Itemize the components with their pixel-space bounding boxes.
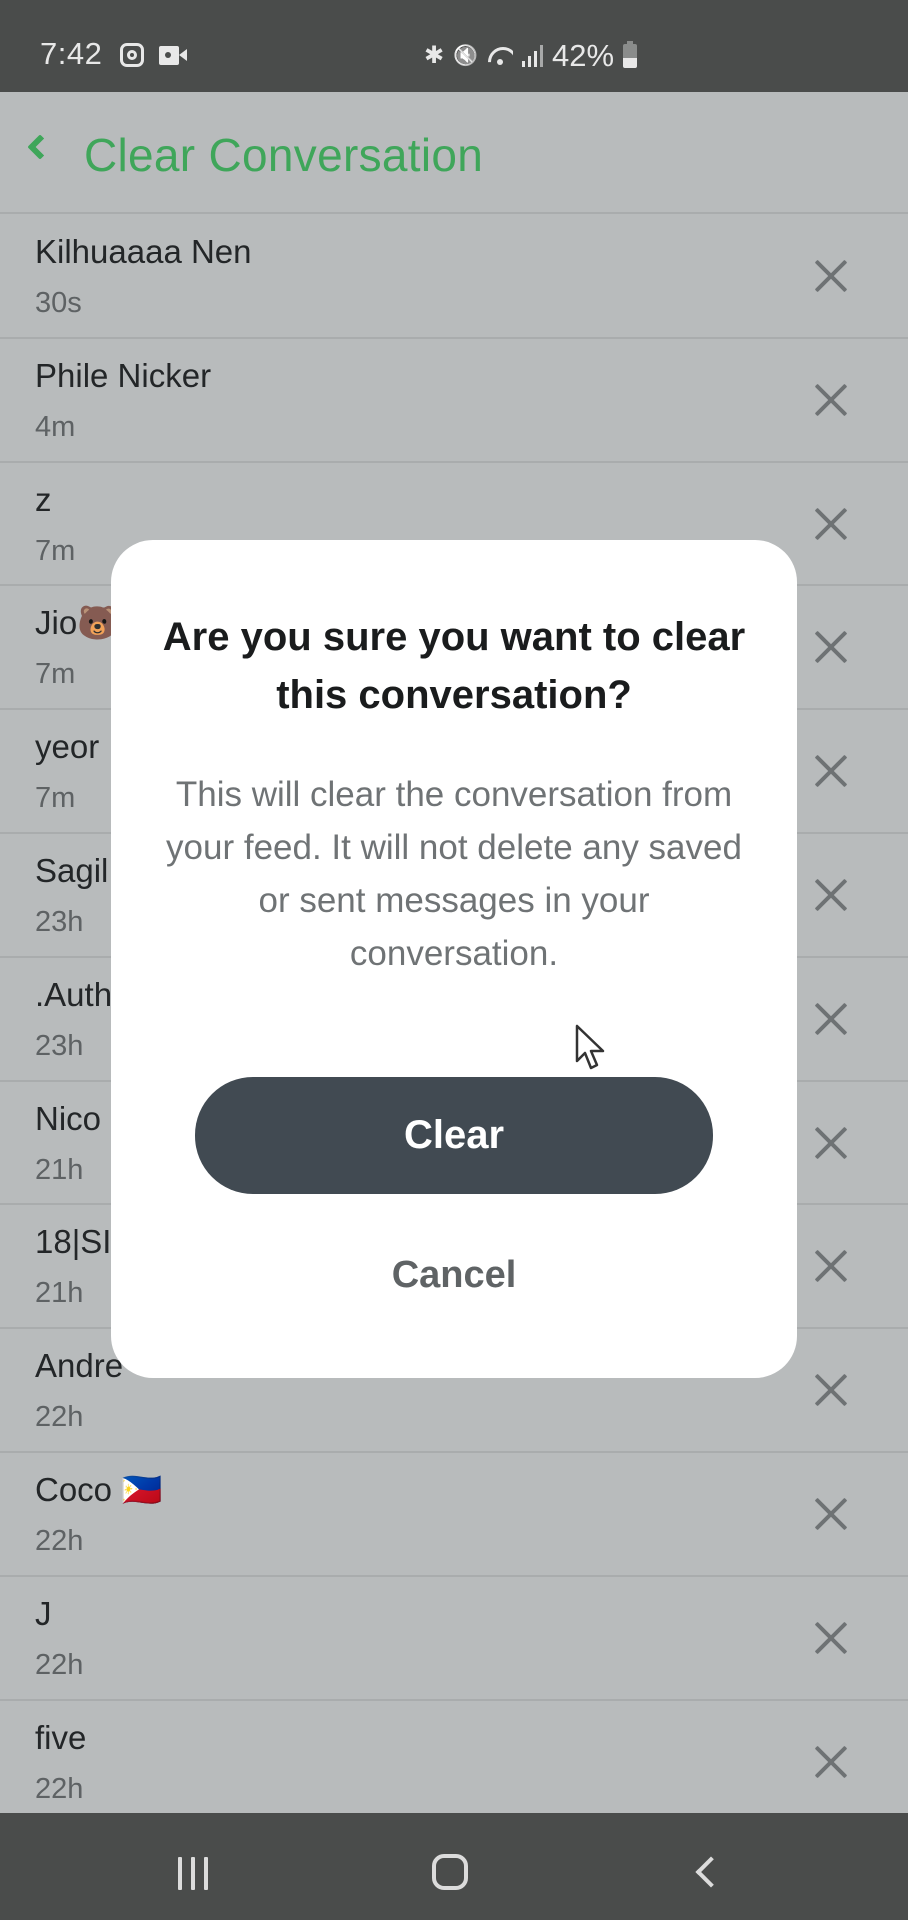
conversation-age: 30s	[35, 287, 82, 319]
back-icon[interactable]	[695, 1856, 727, 1888]
conversation-age: 21h	[35, 1277, 84, 1310]
recent-apps-icon[interactable]	[178, 1857, 212, 1890]
close-icon[interactable]	[812, 1619, 850, 1657]
navigation-bar	[0, 1813, 908, 1920]
dialog-title: Are you sure you want to clear this conv…	[162, 615, 746, 717]
list-item: five 22h	[0, 1701, 908, 1825]
header: Clear Conversation	[0, 92, 908, 214]
conversation-name: Kilhuaaaa Nen	[35, 233, 252, 270]
video-camera-icon	[159, 46, 187, 65]
close-icon[interactable]	[812, 1743, 850, 1781]
conversation-age: 23h	[35, 1029, 84, 1062]
conversation-age: 7m	[35, 782, 76, 815]
chevron-left-icon[interactable]	[27, 134, 53, 160]
conversation-name: Jio🐻	[35, 604, 119, 642]
conversation-name: .Auth	[35, 975, 113, 1013]
conversation-age: 23h	[35, 905, 84, 938]
conversation-age: 22h	[35, 1401, 84, 1434]
list-item: Coco 🇵🇭 22h	[0, 1453, 908, 1577]
status-icons: ✱ 🔇 42%	[424, 36, 638, 76]
conversation-name: five	[35, 1718, 87, 1756]
conversation-name: Phile Nicker	[35, 356, 212, 394]
list-item: J 22h	[0, 1577, 908, 1701]
instagram-icon	[120, 43, 144, 67]
wifi-icon	[487, 45, 513, 67]
close-icon[interactable]	[812, 381, 850, 419]
dialog-message: This will clear the conversation from yo…	[166, 775, 742, 973]
conversation-age: 22h	[35, 1772, 84, 1805]
signal-icon	[522, 45, 544, 67]
clear-button[interactable]: Clear	[195, 1077, 713, 1194]
close-icon[interactable]	[812, 876, 850, 914]
cancel-button[interactable]: Cancel	[295, 1240, 613, 1310]
conversation-age: 7m	[35, 534, 76, 567]
conversation-name: J	[35, 1594, 52, 1632]
conversation-name: yeor	[35, 728, 100, 766]
bluetooth-icon: ✱	[424, 42, 445, 69]
close-icon[interactable]	[812, 1247, 850, 1285]
list-item: Phile Nicker 4m	[0, 339, 908, 463]
conversation-name: Coco 🇵🇭	[35, 1470, 163, 1508]
screen: 7:42 ✱ 🔇 42% Clear Conversation Kilhuaaa…	[0, 0, 908, 1920]
battery-percentage: 42%	[552, 38, 615, 73]
conversation-name: z	[35, 480, 52, 518]
conversation-name: 18|SI	[35, 1223, 112, 1261]
close-icon[interactable]	[812, 257, 850, 295]
status-bar: 7:42 ✱ 🔇 42%	[0, 0, 908, 92]
conversation-name: Andre	[35, 1347, 124, 1385]
close-icon[interactable]	[812, 752, 850, 790]
close-icon[interactable]	[812, 1124, 850, 1162]
close-icon[interactable]	[812, 1371, 850, 1409]
mouse-cursor-icon	[575, 1024, 605, 1070]
conversation-age: 21h	[35, 1153, 84, 1186]
page-title: Clear Conversation	[84, 129, 484, 181]
list-item: Kilhuaaaa Nen 30s	[0, 215, 908, 339]
close-icon[interactable]	[812, 1000, 850, 1038]
conversation-age: 22h	[35, 1524, 84, 1557]
mute-vibrate-icon: 🔇	[453, 45, 479, 67]
close-icon[interactable]	[812, 628, 850, 666]
confirm-dialog: Are you sure you want to clear this conv…	[111, 540, 797, 1378]
conversation-age: 22h	[35, 1648, 84, 1681]
conversation-age: 7m	[35, 658, 76, 691]
conversation-name: Nico	[35, 1099, 102, 1137]
close-icon[interactable]	[812, 1495, 850, 1533]
status-time: 7:42	[40, 36, 103, 71]
battery-icon	[623, 41, 638, 68]
close-icon[interactable]	[812, 505, 850, 543]
home-icon[interactable]	[432, 1854, 468, 1890]
conversation-name: Sagil	[35, 851, 109, 889]
conversation-age: 4m	[35, 410, 76, 443]
